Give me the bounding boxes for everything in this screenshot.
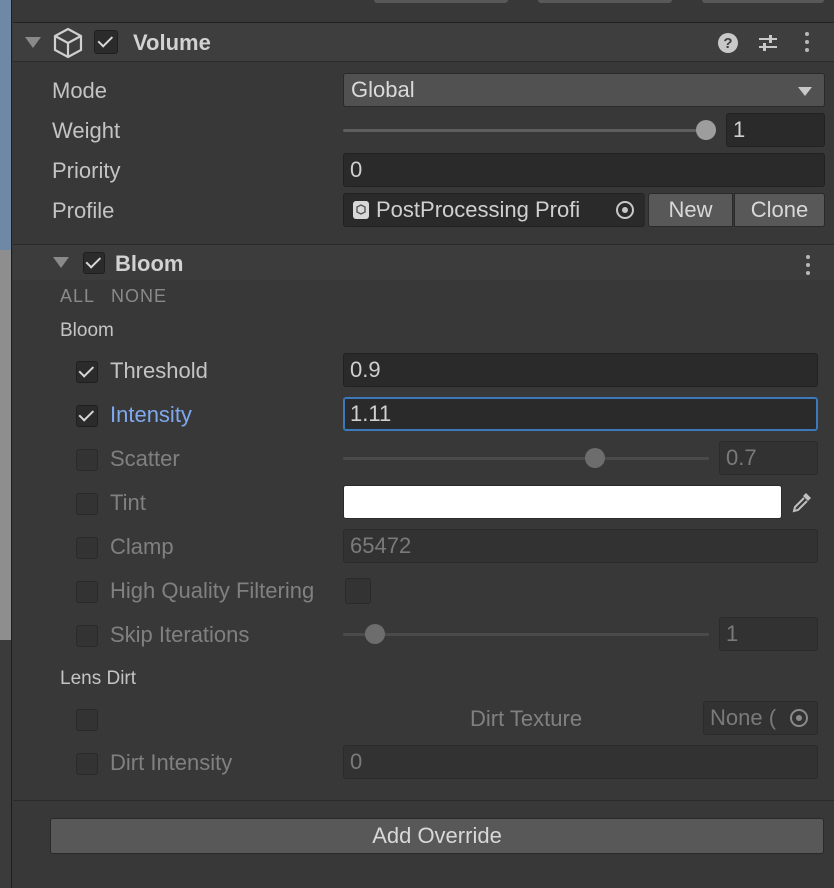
skip-iterations-override-checkbox[interactable] xyxy=(76,625,98,647)
foldout-arrow-icon[interactable] xyxy=(53,257,69,268)
svg-text:?: ? xyxy=(723,35,732,52)
clone-profile-button[interactable]: Clone xyxy=(734,193,825,227)
none-toggle-link[interactable]: NONE xyxy=(111,286,167,307)
tint-label: Tint xyxy=(110,490,146,515)
weight-slider-track[interactable] xyxy=(343,129,705,132)
kebab-menu-icon[interactable] xyxy=(806,255,810,279)
foldout-arrow-icon[interactable] xyxy=(25,37,41,48)
mode-value: Global xyxy=(351,77,415,102)
chevron-down-icon xyxy=(798,87,812,96)
intensity-override-checkbox[interactable] xyxy=(76,405,98,427)
bloom-enabled-checkbox[interactable] xyxy=(83,252,105,274)
intensity-field[interactable]: 1.11 xyxy=(343,397,818,431)
scatter-override-checkbox[interactable] xyxy=(76,449,98,471)
clamp-field[interactable]: 65472 xyxy=(343,529,818,563)
help-icon[interactable]: ? xyxy=(717,32,739,54)
profile-object-field[interactable]: PostProcessing Profi xyxy=(343,193,645,227)
tint-color-swatch[interactable] xyxy=(343,485,782,519)
tint-override-checkbox[interactable] xyxy=(76,493,98,515)
threshold-override-checkbox[interactable] xyxy=(76,361,98,383)
mode-label: Mode xyxy=(52,78,108,103)
profile-label: Profile xyxy=(52,198,115,223)
weight-slider-handle[interactable] xyxy=(696,120,716,140)
high-quality-filtering-label: High Quality Filtering xyxy=(110,578,315,603)
cube-icon xyxy=(53,27,83,59)
bloom-override-header[interactable]: Bloom xyxy=(13,244,834,280)
asset-file-icon xyxy=(353,201,369,219)
toolbar-button[interactable] xyxy=(538,0,672,3)
scatter-slider-track[interactable] xyxy=(343,457,709,460)
skip-iterations-slider-track[interactable] xyxy=(343,633,709,636)
clamp-override-checkbox[interactable] xyxy=(76,537,98,559)
volume-component-header[interactable]: Volume ? xyxy=(13,22,834,62)
add-override-button[interactable]: Add Override xyxy=(50,818,824,854)
priority-label: Priority xyxy=(52,158,121,183)
scatter-field[interactable]: 0.7 xyxy=(719,441,818,475)
skip-iterations-label: Skip Iterations xyxy=(110,622,250,647)
toolbar-button[interactable] xyxy=(374,0,508,3)
high-quality-override-checkbox[interactable] xyxy=(76,581,98,603)
new-profile-button[interactable]: New xyxy=(648,193,733,227)
dirt-texture-override-checkbox[interactable] xyxy=(76,709,98,731)
all-toggle-link[interactable]: ALL xyxy=(60,286,95,307)
kebab-menu-icon[interactable] xyxy=(805,32,809,56)
profile-value: PostProcessing Profi xyxy=(376,197,581,222)
high-quality-filtering-checkbox[interactable] xyxy=(345,578,371,604)
skip-iterations-field[interactable]: 1 xyxy=(719,617,818,651)
eyedropper-icon xyxy=(792,493,811,513)
dirt-intensity-field[interactable]: 0 xyxy=(343,745,818,779)
component-enabled-checkbox[interactable] xyxy=(94,30,118,54)
intensity-label: Intensity xyxy=(110,402,192,427)
dirt-intensity-override-checkbox[interactable] xyxy=(76,753,98,775)
clamp-label: Clamp xyxy=(110,534,174,559)
toolbar-button[interactable] xyxy=(702,0,824,3)
bloom-title: Bloom xyxy=(115,251,184,276)
scatter-label: Scatter xyxy=(110,446,180,471)
dirt-texture-value: None ( xyxy=(710,705,777,730)
presets-icon[interactable] xyxy=(757,32,779,54)
scene-view-strip xyxy=(0,0,12,888)
priority-field[interactable]: 0 xyxy=(343,153,825,187)
eyedropper-button[interactable] xyxy=(786,485,818,519)
object-picker-button[interactable] xyxy=(606,194,645,226)
mode-dropdown[interactable]: Global xyxy=(343,73,825,107)
dirt-intensity-label: Dirt Intensity xyxy=(110,750,233,775)
threshold-label: Threshold xyxy=(110,358,208,383)
dirt-texture-label: Dirt Texture xyxy=(470,706,583,731)
lens-dirt-group-header: Lens Dirt xyxy=(60,668,137,689)
skip-iterations-slider-handle[interactable] xyxy=(365,624,385,644)
bloom-group-header: Bloom xyxy=(60,320,114,341)
target-icon xyxy=(616,201,634,219)
weight-field[interactable]: 1 xyxy=(726,113,825,147)
component-title: Volume xyxy=(133,30,211,55)
scatter-slider-handle[interactable] xyxy=(585,448,605,468)
weight-label: Weight xyxy=(52,118,121,143)
target-icon[interactable] xyxy=(789,708,809,728)
threshold-field[interactable]: 0.9 xyxy=(343,353,818,387)
section-divider xyxy=(13,800,834,801)
